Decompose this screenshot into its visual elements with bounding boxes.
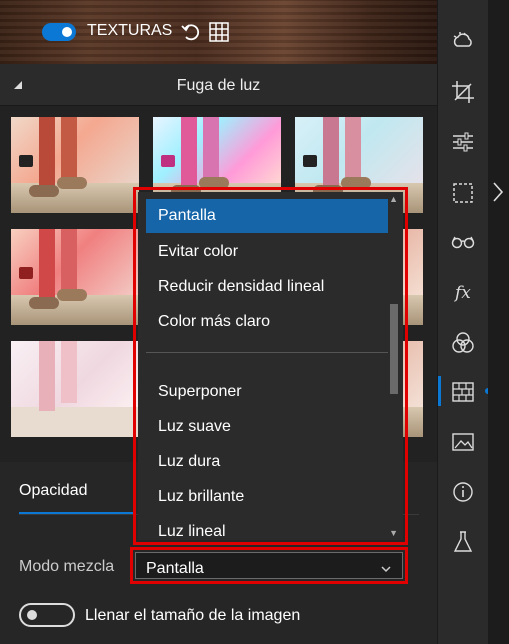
flask-icon[interactable] bbox=[450, 529, 476, 555]
scroll-down-icon[interactable]: ▼ bbox=[389, 528, 398, 538]
grid-icon[interactable] bbox=[208, 21, 230, 48]
fx-icon[interactable]: fx bbox=[450, 279, 476, 305]
blend-mode-value: Pantalla bbox=[146, 560, 204, 577]
overlay-circles-icon[interactable] bbox=[450, 330, 476, 356]
scroll-up-icon[interactable]: ▲ bbox=[389, 194, 398, 204]
active-tool-indicator bbox=[438, 376, 441, 406]
adjust-sliders-icon[interactable] bbox=[450, 129, 476, 155]
scrollbar-thumb[interactable] bbox=[390, 304, 398, 394]
dropdown-option-pantalla[interactable]: Pantalla bbox=[146, 199, 388, 233]
blend-mode-select[interactable]: Pantalla bbox=[135, 552, 403, 579]
panel-edge bbox=[488, 0, 509, 644]
active-tab-indicator bbox=[19, 512, 133, 514]
section-header[interactable]: Fuga de luz bbox=[0, 64, 437, 106]
fx-text: fx bbox=[453, 283, 471, 303]
tab-opacity[interactable]: Opacidad bbox=[19, 482, 88, 500]
info-icon[interactable] bbox=[450, 479, 476, 505]
blend-mode-highlight: Pantalla bbox=[130, 547, 408, 584]
textures-toggle[interactable] bbox=[42, 23, 76, 41]
textures-label: TEXTURAS bbox=[87, 22, 173, 39]
dropdown-option-luz-brillante[interactable]: Luz brillante bbox=[146, 480, 388, 514]
dropdown-option-reducir-densidad[interactable]: Reducir densidad lineal bbox=[146, 270, 388, 304]
weather-icon[interactable] bbox=[450, 28, 476, 54]
texture-thumbnail[interactable] bbox=[11, 117, 139, 213]
toggle-knob bbox=[27, 610, 37, 620]
blend-mode-dropdown: Pantalla Evitar color Reducir densidad l… bbox=[138, 192, 403, 540]
blend-mode-dropdown-highlight: Pantalla Evitar color Reducir densidad l… bbox=[133, 187, 408, 545]
dropdown-option-superponer[interactable]: Superponer bbox=[146, 375, 388, 409]
blend-mode-label: Modo mezcla bbox=[19, 558, 115, 575]
dropdown-option-luz-lineal[interactable]: Luz lineal bbox=[146, 515, 388, 540]
crop-icon[interactable] bbox=[450, 79, 476, 105]
toggle-knob bbox=[62, 27, 72, 37]
fill-image-toggle[interactable] bbox=[19, 603, 75, 627]
glasses-icon[interactable] bbox=[450, 229, 476, 255]
image-icon[interactable] bbox=[450, 429, 476, 455]
selection-icon[interactable] bbox=[450, 180, 476, 206]
dropdown-option-luz-dura[interactable]: Luz dura bbox=[146, 445, 388, 479]
undo-icon[interactable] bbox=[180, 21, 202, 48]
fill-image-label: Llenar el tamaño de la imagen bbox=[85, 607, 301, 624]
tools-sidebar: fx bbox=[437, 0, 491, 644]
section-title: Fuga de luz bbox=[176, 77, 261, 94]
texture-thumbnail[interactable] bbox=[11, 341, 139, 437]
chevron-down-icon bbox=[380, 562, 392, 580]
dropdown-option-color-mas-claro[interactable]: Color más claro bbox=[146, 305, 388, 339]
dropdown-option-evitar-color[interactable]: Evitar color bbox=[146, 235, 388, 269]
textures-brick-icon[interactable] bbox=[450, 379, 476, 405]
dropdown-option-luz-suave[interactable]: Luz suave bbox=[146, 410, 388, 444]
dropdown-divider bbox=[146, 352, 388, 353]
expand-panel-icon[interactable] bbox=[491, 180, 505, 209]
texture-thumbnail[interactable] bbox=[11, 229, 139, 325]
